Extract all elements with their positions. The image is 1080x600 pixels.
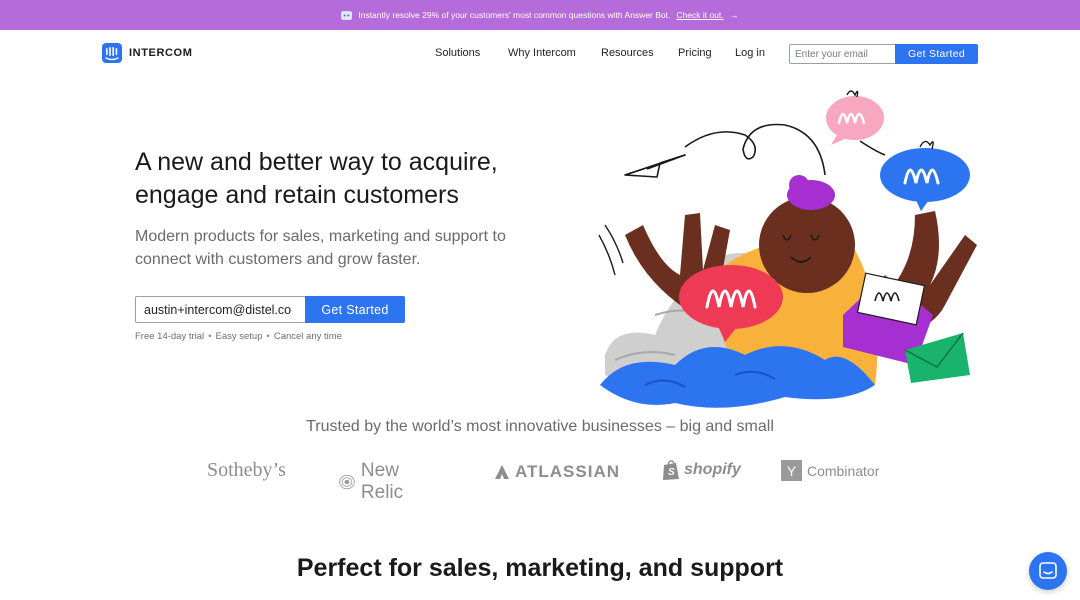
newrelic-logo: New Relic — [339, 460, 413, 504]
nav-pricing[interactable]: Pricing — [678, 47, 712, 61]
banner-link[interactable]: Check it out. — [676, 10, 723, 20]
atlassian-wordmark: ATLASSIAN — [515, 462, 621, 481]
announcement-banner: Instantly resolve 29% of your customers'… — [0, 0, 1080, 30]
note-separator: • — [266, 331, 270, 342]
note-easy-setup: Easy setup — [215, 331, 263, 342]
svg-text:S: S — [668, 467, 675, 478]
shopify-wordmark: shopify — [684, 461, 741, 478]
section-title: Perfect for sales, marketing, and suppor… — [296, 554, 784, 582]
atlassian-logo: ATLASSIAN — [494, 462, 620, 482]
sothebys-wordmark: Sotheby’s — [207, 459, 286, 481]
nav-solutions[interactable]: Solutions — [435, 47, 480, 61]
newrelic-icon — [339, 474, 355, 490]
answer-bot-icon — [341, 10, 353, 20]
shopify-logo: S shopify — [662, 459, 741, 481]
chat-icon — [1039, 562, 1057, 579]
site-header: INTERCOM Solutions Why Intercom Resource… — [0, 30, 1080, 78]
hero-notes: Free 14-day trial • Easy setup • Cancel … — [135, 331, 342, 342]
note-separator: • — [208, 331, 212, 342]
ycombinator-wordmark: Combinator — [807, 462, 880, 479]
paper-plane-icon — [624, 154, 686, 178]
chat-launcher-button[interactable] — [1029, 552, 1067, 590]
note-cancel: Cancel any time — [273, 331, 342, 342]
hero-email-input[interactable] — [135, 296, 305, 323]
yc-mark-icon: Y — [781, 460, 802, 481]
hero-title: A new and better way to acquire, engage … — [135, 148, 498, 209]
purple-beret-icon — [787, 175, 835, 210]
trusted-heading: Trusted by the world’s most innovative b… — [306, 418, 774, 435]
intercom-logo-icon — [102, 43, 122, 63]
brand-name: INTERCOM — [129, 47, 193, 59]
intercom-logo[interactable]: INTERCOM — [102, 43, 192, 63]
blue-chat-bubble-icon — [880, 140, 970, 211]
newrelic-wordmark: New Relic — [360, 460, 404, 503]
sothebys-logo: Sotheby’s — [207, 459, 286, 482]
nav-login[interactable]: Log in — [735, 47, 765, 61]
hero-illustration — [598, 90, 977, 408]
hero-get-started-button[interactable]: Get Started — [305, 296, 405, 323]
note-free-trial: Free 14-day trial — [135, 331, 205, 342]
atlassian-icon — [495, 465, 509, 479]
pink-chat-bubble-icon — [826, 90, 884, 145]
nav-resources[interactable]: Resources — [601, 47, 654, 61]
arrow-right-icon[interactable]: → — [730, 10, 739, 20]
nav-why-intercom[interactable]: Why Intercom — [508, 47, 576, 61]
header-get-started-button[interactable]: Get Started — [895, 44, 978, 64]
banner-text: Instantly resolve 29% of your customers'… — [358, 10, 671, 20]
shopify-bag-icon: S — [663, 460, 679, 480]
ycombinator-logo: Y Combinator — [781, 460, 879, 481]
header-email-input[interactable] — [789, 44, 895, 64]
hero-subtitle: Modern products for sales, marketing and… — [135, 228, 506, 268]
